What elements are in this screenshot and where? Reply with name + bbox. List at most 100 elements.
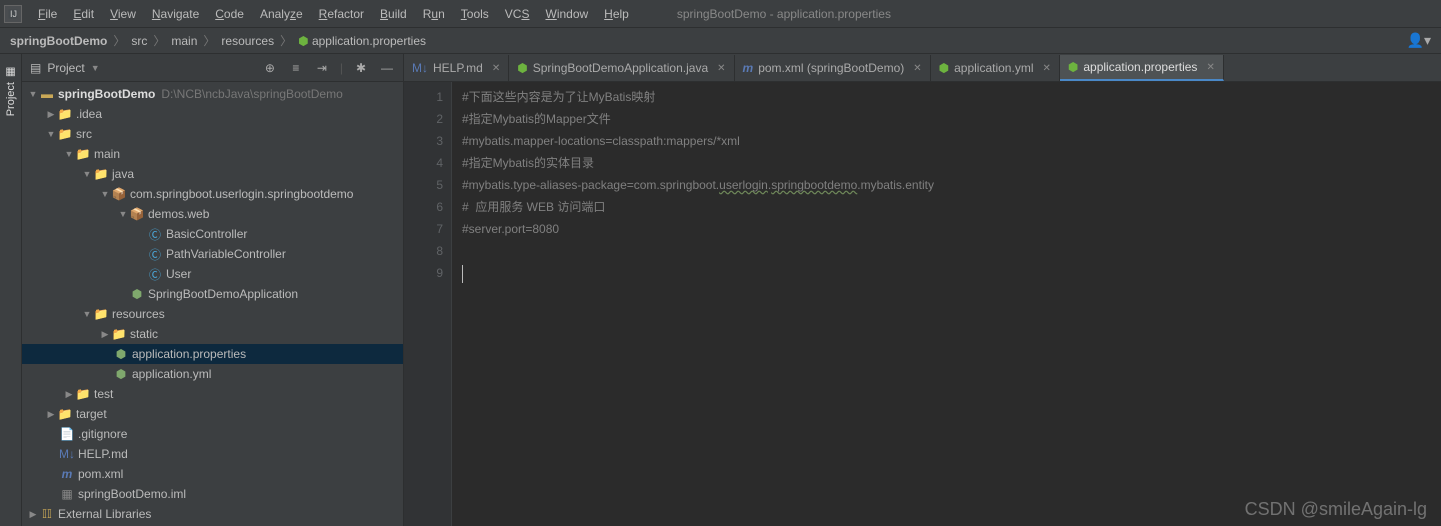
tree-node-demosweb[interactable]: ▼📦demos.web <box>22 204 403 224</box>
folder-icon: 📁 <box>58 127 72 141</box>
tree-node-root[interactable]: ▼▬springBootDemoD:\NCB\ncbJava\springBoo… <box>22 84 403 104</box>
code-line[interactable]: #mybatis.mapper-locations=classpath:mapp… <box>462 130 1441 152</box>
menu-build[interactable]: Build <box>372 5 415 23</box>
hide-icon[interactable]: — <box>379 60 395 76</box>
folder-icon: 📁 <box>112 327 126 341</box>
locate-icon[interactable]: ⊕ <box>262 60 278 76</box>
tree-node-app-properties[interactable]: ⬢application.properties <box>22 344 403 364</box>
project-panel-header: ▤ Project ▼ ⊕ ≡ ⇥ | ✱ — <box>22 54 403 82</box>
tree-node-pom[interactable]: mpom.xml <box>22 464 403 484</box>
tree-node-gitignore[interactable]: 📄.gitignore <box>22 424 403 444</box>
code-content[interactable]: #下面这些内容是为了让MyBatis映射 #指定Mybatis的Mapper文件… <box>452 82 1441 526</box>
tree-node-user[interactable]: ⒸUser <box>22 264 403 284</box>
tree-node-target[interactable]: ▶📁target <box>22 404 403 424</box>
code-line[interactable]: #server.port=8080 <box>462 218 1441 240</box>
tree-node-basic[interactable]: ⒸBasicController <box>22 224 403 244</box>
code-line[interactable] <box>462 262 1441 284</box>
project-tree[interactable]: ▼▬springBootDemoD:\NCB\ncbJava\springBoo… <box>22 82 403 526</box>
close-icon[interactable]: ✕ <box>1206 62 1214 73</box>
tab-spring-app[interactable]: ⬢SpringBootDemoApplication.java✕ <box>509 55 734 81</box>
tree-node-helpmd[interactable]: M↓HELP.md <box>22 444 403 464</box>
tree-node-resources[interactable]: ▼📁resources <box>22 304 403 324</box>
crumb-main[interactable]: main <box>171 34 197 48</box>
folder-icon: 📁 <box>76 387 90 401</box>
editor-area: M↓HELP.md✕ ⬢SpringBootDemoApplication.ja… <box>404 54 1441 526</box>
code-editor[interactable]: 123 456 789 #下面这些内容是为了让MyBatis映射 #指定Myba… <box>404 82 1441 526</box>
spring-icon: ⬢ <box>939 61 949 75</box>
tree-node-test[interactable]: ▶📁test <box>22 384 403 404</box>
close-icon[interactable]: ✕ <box>1042 63 1050 74</box>
menu-navigate[interactable]: Navigate <box>144 5 207 23</box>
code-line[interactable]: #指定Mybatis的Mapper文件 <box>462 108 1441 130</box>
tree-node-src[interactable]: ▼📁src <box>22 124 403 144</box>
crumb-resources[interactable]: resources <box>221 34 274 48</box>
tree-node-springbootapp[interactable]: ⬢SpringBootDemoApplication <box>22 284 403 304</box>
tab-pom[interactable]: mpom.xml (springBootDemo)✕ <box>735 55 931 81</box>
code-line[interactable]: # 应用服务 WEB 访问端口 <box>462 196 1441 218</box>
menu-help[interactable]: Help <box>596 5 637 23</box>
menu-vcs[interactable]: VCS <box>497 5 538 23</box>
menu-view[interactable]: View <box>102 5 144 23</box>
code-line[interactable]: #mybatis.type-aliases-package=com.spring… <box>462 174 1441 196</box>
tree-node-java[interactable]: ▼📁java <box>22 164 403 184</box>
tree-node-pathvar[interactable]: ⒸPathVariableController <box>22 244 403 264</box>
crumb-src[interactable]: src <box>131 34 147 48</box>
folder-icon: 📁 <box>58 107 72 121</box>
maven-icon: m <box>743 61 754 75</box>
md-icon: M↓ <box>60 447 74 461</box>
crumb-root[interactable]: springBootDemo <box>10 34 107 48</box>
settings-icon[interactable]: ✱ <box>353 60 369 76</box>
menu-edit[interactable]: Edit <box>65 5 102 23</box>
class-icon: Ⓒ <box>148 227 162 241</box>
close-icon[interactable]: ✕ <box>913 63 921 74</box>
tree-node-idea[interactable]: ▶📁.idea <box>22 104 403 124</box>
code-line[interactable]: #下面这些内容是为了让MyBatis映射 <box>462 86 1441 108</box>
tree-node-static[interactable]: ▶📁static <box>22 324 403 344</box>
window-title: springBootDemo - application.properties <box>677 7 891 21</box>
chevron-icon: 〉 <box>113 32 125 49</box>
menu-refactor[interactable]: Refactor <box>311 5 372 23</box>
code-line[interactable]: #指定Mybatis的实体目录 <box>462 152 1441 174</box>
tree-node-app-yml[interactable]: ⬢application.yml <box>22 364 403 384</box>
tool-tab-project[interactable]: Project ▦ <box>4 66 17 116</box>
maven-icon: m <box>60 467 74 481</box>
menu-analyze[interactable]: Analyze <box>252 5 311 23</box>
collapse-all-icon[interactable]: ⇥ <box>314 60 330 76</box>
user-menu-icon[interactable]: 👤▾ <box>1407 32 1431 49</box>
close-icon[interactable]: ✕ <box>717 63 725 74</box>
menu-window[interactable]: Window <box>537 5 596 23</box>
tab-help-md[interactable]: M↓HELP.md✕ <box>404 55 509 81</box>
excluded-folder-icon: 📁 <box>58 407 72 421</box>
app-icon: IJ <box>4 5 22 23</box>
menu-run[interactable]: Run <box>415 5 453 23</box>
chevron-icon: 〉 <box>153 32 165 49</box>
project-view-combo[interactable]: ▤ Project ▼ <box>30 61 100 75</box>
iml-icon: ▦ <box>60 487 74 501</box>
tab-app-yml[interactable]: ⬢application.yml✕ <box>931 55 1060 81</box>
package-icon: 📦 <box>112 187 126 201</box>
menu-bar: IJ File Edit View Navigate Code Analyze … <box>0 0 1441 28</box>
project-icon: ▤ <box>30 61 41 75</box>
menu-file[interactable]: File <box>30 5 65 23</box>
code-line[interactable] <box>462 240 1441 262</box>
tree-node-main[interactable]: ▼📁main <box>22 144 403 164</box>
spring-icon: ⬢ <box>130 287 144 301</box>
crumb-file[interactable]: ⬢ application.properties <box>298 34 426 48</box>
class-icon: Ⓒ <box>148 267 162 281</box>
expand-all-icon[interactable]: ≡ <box>288 60 304 76</box>
spring-icon: ⬢ <box>114 367 128 381</box>
module-icon: ▬ <box>40 87 54 101</box>
tab-app-properties[interactable]: ⬢application.properties✕ <box>1060 55 1224 81</box>
text-caret <box>462 265 463 283</box>
spring-icon: ⬢ <box>517 61 527 75</box>
spring-icon: ⬢ <box>298 34 308 48</box>
tree-node-ext-libs[interactable]: ▶𝕀𝕀External Libraries <box>22 504 403 524</box>
menu-tools[interactable]: Tools <box>453 5 497 23</box>
menu-code[interactable]: Code <box>207 5 252 23</box>
tree-node-package[interactable]: ▼📦com.springboot.userlogin.springbootdem… <box>22 184 403 204</box>
close-icon[interactable]: ✕ <box>492 63 500 74</box>
resources-folder-icon: 📁 <box>94 307 108 321</box>
chevron-icon: 〉 <box>203 32 215 49</box>
tree-node-iml[interactable]: ▦springBootDemo.iml <box>22 484 403 504</box>
chevron-icon: 〉 <box>280 32 292 49</box>
